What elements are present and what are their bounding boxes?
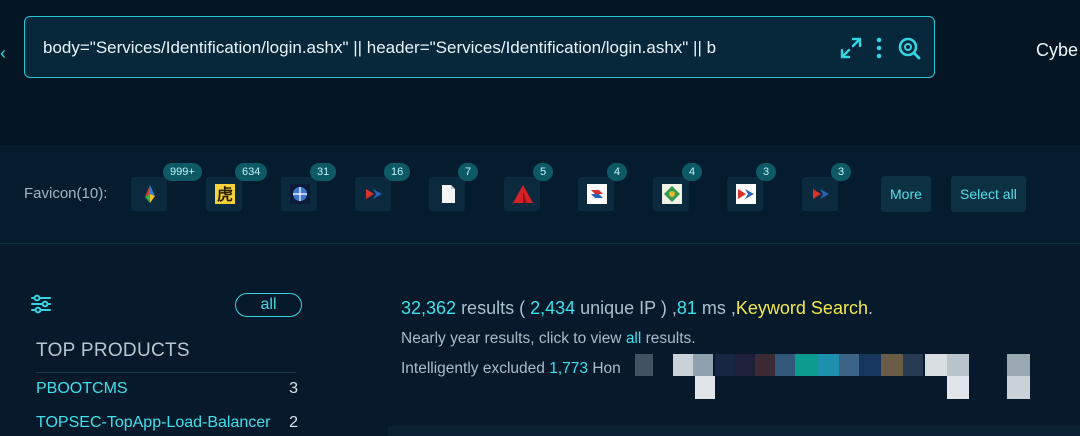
all-filter-button[interactable]: all <box>235 293 302 317</box>
results-panel-edge <box>388 426 1080 436</box>
favicon-count-badge: 5 <box>533 163 554 181</box>
divider <box>36 372 296 373</box>
favicon-item[interactable]: 16 <box>355 163 411 211</box>
favicon-count-badge: 3 <box>756 163 777 181</box>
favicon-item[interactable]: 3 <box>727 163 777 211</box>
favicon-count-badge: 31 <box>310 163 337 181</box>
more-favicons-button[interactable]: More <box>881 176 931 212</box>
blue-globe-badge-icon <box>290 184 310 204</box>
expand-icon[interactable] <box>839 36 863 60</box>
favicon-count-badge: 4 <box>607 163 628 181</box>
blank-document-icon <box>442 185 455 203</box>
note-text: Hon <box>588 360 621 377</box>
product-count: 3 <box>289 380 298 397</box>
favicon-count-badge: 7 <box>458 163 479 181</box>
divider <box>0 243 1080 244</box>
favicon-count-badge: 999+ <box>163 163 202 181</box>
search-box[interactable]: body="Services/Identification/login.ashx… <box>24 16 935 78</box>
nearly-year-note: Nearly year results, click to view all r… <box>401 330 696 348</box>
svg-text:虎: 虎 <box>217 185 233 204</box>
view-all-results-link[interactable]: all <box>626 330 642 347</box>
query-time-ms: 81 <box>676 298 697 318</box>
favicon-item[interactable]: 7 <box>429 163 479 211</box>
green-diamond-emblem-icon <box>662 184 682 204</box>
logo-edge-icon: ‹ <box>0 43 6 63</box>
product-name[interactable]: PBOOTCMS <box>36 380 284 398</box>
unique-ip-count: 2,434 <box>530 298 576 318</box>
select-all-button[interactable]: Select all <box>951 176 1026 212</box>
list-item[interactable]: TOPSEC-TopApp-Load-Balancer 2 <box>36 414 298 436</box>
product-name[interactable]: TOPSEC-TopApp-Load-Balancer <box>36 414 284 432</box>
favicon-count-badge: 634 <box>235 163 268 181</box>
results-summary: 32,362 results ( 2,434 unique IP ) ,81 m… <box>401 298 873 319</box>
more-vertical-icon[interactable] <box>867 36 891 60</box>
top-products-title: TOP PRODUCTS <box>36 340 190 361</box>
excluded-count[interactable]: 1,773 <box>549 360 588 377</box>
red-triangle-logo-icon <box>513 185 533 203</box>
favicon-item[interactable]: 3 <box>802 163 852 211</box>
pixelated-redaction <box>635 354 1030 399</box>
keyword-search-mode: Keyword Search <box>735 298 868 318</box>
product-count: 2 <box>289 414 298 431</box>
note-text: Intelligently excluded <box>401 360 550 377</box>
filter-sliders-icon[interactable] <box>30 293 52 315</box>
favicon-count-badge: 3 <box>831 163 852 181</box>
favicon-item[interactable]: 999+ <box>131 163 202 211</box>
blue-red-s-logo-icon <box>587 184 607 204</box>
excluded-note: Intelligently excluded 1,773 Hon <box>401 360 651 378</box>
list-item[interactable]: PBOOTCMS 3 <box>36 380 298 402</box>
unique-ip-word: unique IP ) , <box>575 298 677 318</box>
top-bar: ‹ body="Services/Identification/login.as… <box>0 0 1080 145</box>
favicon-item[interactable]: 4 <box>578 163 628 211</box>
red-blue-chevron-logo-icon <box>366 189 382 199</box>
favicon-count-badge: 16 <box>384 163 411 181</box>
note-text: Nearly year results, click to view <box>401 330 626 347</box>
red-blue-chevron-logo-icon <box>736 184 756 204</box>
favicon-item[interactable]: 31 <box>281 163 337 211</box>
results-word: results ( <box>456 298 531 318</box>
results-count: 32,362 <box>401 298 457 318</box>
brand-link[interactable]: Cybe <box>1036 40 1078 61</box>
favicon-filter-row: Favicon(10): 999+ 634 虎 31 16 7 5 4 4 3 … <box>0 145 1080 243</box>
period: . <box>867 298 873 318</box>
multicolor-shard-logo-icon <box>145 185 155 203</box>
search-input[interactable]: body="Services/Identification/login.ashx… <box>43 37 827 59</box>
note-text: results. <box>641 330 696 347</box>
favicon-item[interactable]: 5 <box>504 163 554 211</box>
red-blue-chevron-logo-icon <box>813 189 829 199</box>
favicon-item[interactable]: 634 虎 <box>206 163 268 211</box>
yellow-tiger-glyph-icon: 虎 <box>215 184 235 204</box>
search-icon[interactable] <box>897 36 921 60</box>
favicon-item[interactable]: 4 <box>653 163 703 211</box>
favicon-label: Favicon(10): <box>24 185 108 202</box>
ms-word: ms , <box>696 298 736 318</box>
favicon-count-badge: 4 <box>682 163 703 181</box>
